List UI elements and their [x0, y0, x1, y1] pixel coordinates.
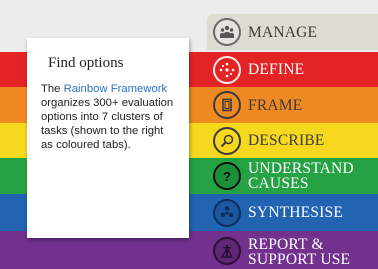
tab-describe-label: DESCRIBE [248, 132, 325, 149]
rainbow-framework-widget: MANAGE DEFINE FRAME DESCRIBE ? UNDERSTAN… [0, 0, 378, 269]
tab-understand-causes[interactable]: ? UNDERSTAND CAUSES [207, 158, 378, 194]
synthesis-icon [213, 198, 241, 227]
frame-icon [213, 91, 241, 119]
tab-understand-causes-label: UNDERSTAND CAUSES [248, 160, 354, 192]
tab-manage-label: MANAGE [248, 23, 318, 41]
tab-manage[interactable]: MANAGE [207, 14, 378, 50]
tower-icon [213, 237, 241, 265]
question-mark-icon: ? [213, 162, 241, 190]
tab-report-support-use[interactable]: REPORT & SUPPORT USE [207, 231, 378, 269]
card-text-before: The [41, 83, 64, 95]
info-card: Find options The Rainbow Framework organ… [27, 38, 189, 238]
dotted-circle-icon [213, 55, 241, 84]
tab-describe[interactable]: DESCRIBE [207, 123, 378, 158]
tab-synthesise-label: SYNTHESISE [248, 204, 344, 221]
rainbow-framework-link[interactable]: Rainbow Framework [64, 83, 168, 95]
tab-report-support-use-label: REPORT & SUPPORT USE [248, 236, 351, 268]
magnifier-icon [213, 126, 241, 155]
tab-frame-label: FRAME [248, 96, 303, 114]
tab-define-label: DEFINE [248, 61, 305, 78]
tab-synthesise[interactable]: SYNTHESISE [207, 194, 378, 231]
card-text-after: organizes 300+ evaluation options into 7… [41, 97, 174, 151]
tab-define[interactable]: DEFINE [207, 52, 378, 87]
card-description: The Rainbow Framework organizes 300+ eva… [41, 82, 177, 152]
tab-frame[interactable]: FRAME [207, 87, 378, 123]
svg-text:?: ? [223, 169, 231, 184]
people-group-icon [213, 18, 241, 46]
card-title: Find options [48, 55, 124, 71]
